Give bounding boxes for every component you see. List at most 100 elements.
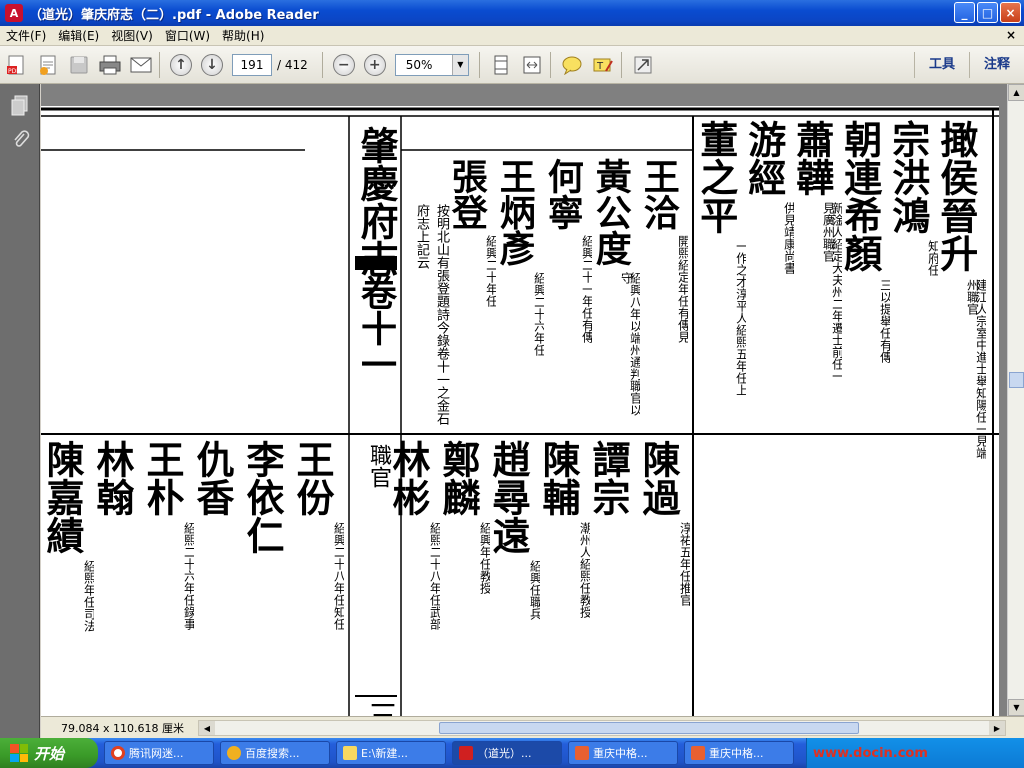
paperclip-icon[interactable]	[7, 126, 33, 152]
zoom-in-button[interactable]: +	[361, 51, 389, 79]
scroll-up-icon[interactable]: ▲	[1008, 84, 1024, 101]
official-name: 王洽	[637, 158, 680, 230]
toolbar-separator	[620, 51, 622, 78]
taskbar-item-folder[interactable]: E:\新建...	[336, 741, 446, 765]
taskbar-item-adobe-reader[interactable]: （道光）...	[452, 741, 562, 765]
previous-page-button[interactable]: ↑	[167, 51, 195, 79]
official-note: 紹熙二十八年任武部	[428, 521, 440, 630]
fit-width-button[interactable]	[518, 51, 546, 79]
official-name: 鄭麟	[436, 440, 481, 516]
taskbar-item-browser[interactable]: 腾讯网迷...	[104, 741, 214, 765]
plus-icon: +	[363, 53, 386, 76]
official-name: 何寧	[541, 158, 584, 230]
official-name: 撖侯晉升	[933, 120, 979, 272]
official-note: 紹興年任教授	[478, 521, 490, 594]
official-name: 董之平	[693, 120, 739, 234]
spine-volume: 卷十一	[355, 274, 397, 382]
edit-pdf-button[interactable]	[34, 51, 62, 79]
printer-icon	[99, 55, 121, 74]
expand-button[interactable]	[629, 51, 657, 79]
title-bar[interactable]: A （道光）肇庆府志（二）.pdf - Adobe Reader _ □ ×	[0, 0, 1024, 26]
official-name: 譚宗	[586, 440, 631, 516]
official-note: 淳祐五年任推官	[678, 521, 690, 606]
highlight-button[interactable]: T	[589, 51, 617, 79]
arrow-down-icon: ↓	[201, 53, 223, 76]
create-pdf-button[interactable]: PDF	[3, 51, 31, 79]
official-note: 供見靖康尚書	[782, 201, 794, 274]
official-name: 王份	[290, 440, 335, 516]
toolbar: PDF ↑ ↓ 191 / 412 − + 50% ▼ T 工具 注释	[0, 46, 1024, 84]
horizontal-scrollbar[interactable]: ◀ ▶	[198, 720, 1006, 736]
toolbar-separator	[321, 51, 323, 78]
official-note: 知府任	[926, 240, 938, 277]
app-icon	[691, 746, 705, 760]
save-button[interactable]	[65, 51, 93, 79]
official-note: 紹興二十六年任	[532, 272, 544, 357]
start-label: 开始	[34, 744, 65, 763]
zoom-out-button[interactable]: −	[330, 51, 358, 79]
taskbar-item-baidu[interactable]: 百度搜索...	[220, 741, 330, 765]
window-title: （道光）肇庆府志（二）.pdf - Adobe Reader	[29, 7, 319, 23]
pdf-page: 肇慶府志 卷十一 職官 三 按明北山有張登題詩今錄卷十一之金石府志上記云 撖侯晉…	[41, 106, 999, 716]
menu-file[interactable]: 文件(F)	[0, 27, 52, 44]
official-name: 張登	[445, 158, 488, 230]
svg-text:T: T	[596, 61, 604, 72]
page-thumbnails-icon[interactable]	[7, 92, 33, 118]
toolbar-separator	[159, 51, 160, 78]
start-button[interactable]: 开始	[0, 738, 98, 768]
scroll-left-icon[interactable]: ◀	[199, 721, 215, 735]
fit-width-icon	[523, 56, 541, 73]
toolbar-separator	[549, 51, 551, 78]
menu-help[interactable]: 帮助(H)	[216, 27, 270, 44]
fit-page-icon	[494, 55, 508, 74]
official-name: 黃公度	[589, 158, 632, 266]
annotation-note: 按明北山有張登題詩今錄卷十一之金石府志上記云	[414, 204, 449, 425]
official-name: 王朴	[140, 440, 185, 516]
menu-window[interactable]: 窗口(W)	[159, 27, 216, 44]
fit-page-button[interactable]	[487, 51, 515, 79]
spine-title: 肇慶府志	[354, 126, 399, 278]
tools-pane-button[interactable]: 工具	[913, 52, 969, 78]
official-note: 一作之才淳平人紹熙五年任上	[734, 240, 746, 397]
chevron-down-icon[interactable]: ▼	[451, 54, 468, 75]
system-tray: www.docin.com	[806, 738, 1024, 768]
zoom-select[interactable]: 50% ▼	[394, 53, 469, 76]
envelope-icon	[130, 57, 152, 72]
official-name: 李依仁	[240, 440, 285, 554]
adobe-reader-icon: A	[5, 4, 23, 22]
official-name: 陳過	[636, 440, 681, 516]
official-name: 朝連希顏	[837, 120, 883, 272]
taskbar-item-chongqing-1[interactable]: 重庆中格...	[568, 741, 678, 765]
horizontal-scroll-thumb[interactable]	[439, 722, 859, 734]
document-view[interactable]: 肇慶府志 卷十一 職官 三 按明北山有張登題詩今錄卷十一之金石府志上記云 撖侯晉…	[41, 84, 1007, 716]
arrow-up-icon: ↑	[170, 53, 192, 76]
expand-icon	[634, 56, 652, 73]
scroll-down-icon[interactable]: ▼	[1008, 699, 1024, 716]
next-page-button[interactable]: ↓	[198, 51, 226, 79]
minimize-button[interactable]: _	[954, 2, 975, 23]
menu-edit[interactable]: 编辑(E)	[52, 27, 105, 44]
official-name: 林彬	[386, 440, 431, 516]
scroll-right-icon[interactable]: ▶	[989, 721, 1005, 735]
vertical-scroll-thumb[interactable]	[1009, 372, 1024, 388]
page-number-input[interactable]: 191	[232, 53, 272, 76]
pdf-icon	[459, 746, 473, 760]
official-note: 紹興二十年任	[484, 235, 496, 308]
comment-button[interactable]	[558, 51, 586, 79]
official-name: 宗洪鴻	[885, 120, 931, 234]
official-note: 建江人宗室中進士舉知陽任一見端州職官	[967, 279, 986, 460]
menu-view[interactable]: 视图(V)	[105, 27, 159, 44]
document-close-icon[interactable]: ×	[1006, 28, 1016, 42]
maximize-button[interactable]: □	[977, 2, 998, 23]
taskbar-item-chongqing-2[interactable]: 重庆中格...	[684, 741, 794, 765]
edit-document-icon	[40, 55, 56, 75]
email-button[interactable]	[127, 51, 155, 79]
status-bar: 79.084 x 110.618 厘米 ◀ ▶	[41, 716, 1024, 738]
comment-pane-button[interactable]: 注释	[968, 52, 1024, 78]
highlighter-icon: T	[593, 58, 613, 72]
close-button[interactable]: ×	[1000, 2, 1021, 23]
official-name: 仇香	[190, 440, 235, 516]
vertical-scrollbar[interactable]: ▲ ▼	[1007, 84, 1024, 716]
print-button[interactable]	[96, 51, 124, 79]
navigation-pane	[0, 84, 40, 738]
